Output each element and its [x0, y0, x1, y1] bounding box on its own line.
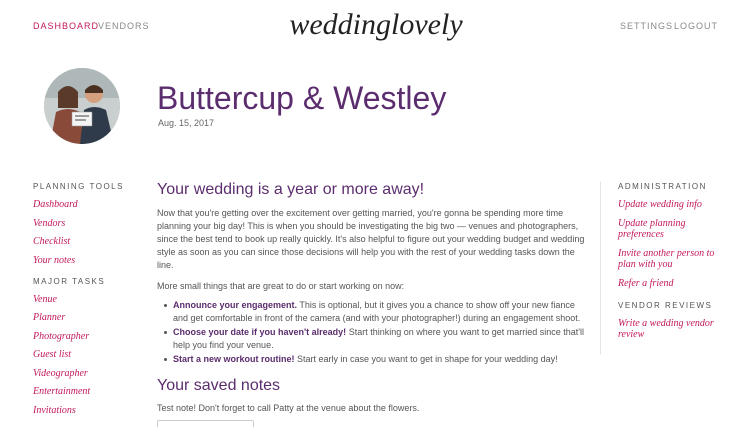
sidebar-item-dashboard[interactable]: Dashboard: [33, 199, 138, 210]
couple-photo-icon: [44, 68, 120, 144]
couple-name-heading: Buttercup & Westley: [157, 80, 447, 116]
weddinglovely-logo[interactable]: weddinglovely: [260, 4, 492, 48]
saved-note-text: Test note! Don't forget to call Patty at…: [157, 403, 420, 413]
sidebar-item-vendors[interactable]: Vendors: [33, 218, 138, 229]
nav-logout-link[interactable]: Logout: [674, 21, 718, 31]
sidebar-item-your-notes[interactable]: Your notes: [33, 255, 138, 266]
timeline-heading: Your wedding is a year or more away!: [157, 181, 425, 198]
intro-paragraph: Now that you're getting over the excitem…: [157, 208, 585, 270]
nav-dashboard-link[interactable]: Dashboard: [33, 21, 99, 31]
list-item: Choose your date if you haven't already!…: [164, 326, 587, 352]
major-tasks-heading: Major Tasks: [33, 276, 106, 286]
admin-update-wedding-info[interactable]: Update wedding info: [618, 199, 730, 210]
write-vendor-review-link[interactable]: Write a wedding vendor review: [618, 318, 730, 340]
sidebar-item-guest-list[interactable]: Guest list: [33, 349, 138, 360]
more-tasks-paragraph: More small things that are great to do o…: [157, 281, 405, 291]
sidebar-item-venue[interactable]: Venue: [33, 294, 138, 305]
sidebar-item-planner[interactable]: Planner: [33, 312, 138, 323]
task-title: Start a new workout routine!: [173, 354, 295, 364]
wedding-date: Aug. 15, 2017: [158, 118, 215, 128]
top-navigation: Dashboard Vendors weddinglovely Settings…: [0, 0, 750, 52]
left-sidebar: Planning Tools Dashboard Vendors Checkli…: [33, 182, 138, 423]
task-title: Choose your date if you haven't already!: [173, 327, 347, 337]
logo-text: weddinglovely: [289, 8, 463, 41]
saved-notes-heading: Your saved notes: [157, 377, 281, 394]
vendor-reviews-heading: Vendor Reviews: [618, 301, 713, 310]
sidebar-item-entertainment[interactable]: Entertainment: [33, 386, 138, 397]
main-content: Your wedding is a year or more away! Now…: [157, 181, 587, 367]
couple-avatar: [44, 68, 120, 144]
sidebar-item-photographer[interactable]: Photographer: [33, 331, 138, 342]
sidebar-item-videographer[interactable]: Videographer: [33, 368, 138, 379]
nav-vendors-link[interactable]: Vendors: [98, 21, 150, 31]
list-item: Announce your engagement. This is option…: [164, 299, 587, 325]
planning-tools-heading: Planning Tools: [33, 182, 124, 191]
sidebar-item-invitations[interactable]: Invitations: [33, 405, 138, 416]
note-input[interactable]: [157, 420, 254, 427]
list-item: Start a new workout routine! Start early…: [164, 353, 587, 366]
admin-refer-friend[interactable]: Refer a friend: [618, 278, 730, 289]
task-text: Start early in case you want to get in s…: [294, 354, 558, 364]
right-sidebar: Administration Update wedding info Updat…: [600, 182, 730, 354]
task-list: Announce your engagement. This is option…: [157, 299, 587, 366]
sidebar-item-checklist[interactable]: Checklist: [33, 236, 138, 247]
admin-update-planning-preferences[interactable]: Update planning preferences: [618, 218, 730, 240]
admin-invite-planner[interactable]: Invite another person to plan with you: [618, 248, 730, 270]
task-title: Announce your engagement.: [173, 300, 298, 310]
administration-heading: Administration: [618, 182, 707, 191]
nav-settings-link[interactable]: Settings: [620, 21, 673, 31]
